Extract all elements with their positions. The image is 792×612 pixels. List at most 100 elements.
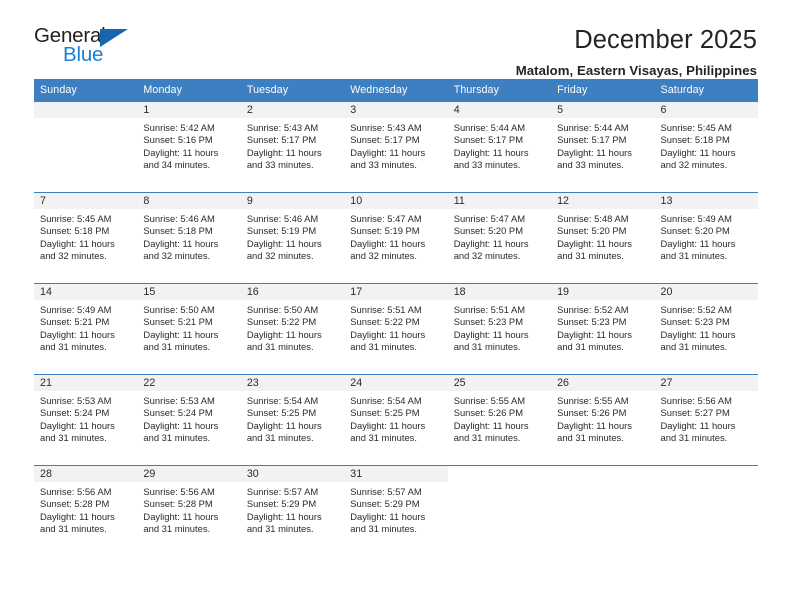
day-number: 4 [447,102,552,118]
day-cell-28[interactable]: 28 Sunrise: 5:56 AM Sunset: 5:28 PM Dayligh… [34,466,138,556]
day-details: Sunrise: 5:47 AM Sunset: 5:20 PM Daylight:… [448,209,551,262]
day-cell-empty [34,102,138,192]
sunset-time: Sunset: 5:28 PM [143,498,213,510]
day-number: 9 [240,193,345,209]
day-cell-5[interactable]: 5 Sunrise: 5:44 AM Sunset: 5:17 PM Daylight… [551,102,655,192]
day-number: 18 [447,284,552,300]
day-cell-7[interactable]: 7 Sunrise: 5:45 AM Sunset: 5:18 PM Daylight… [34,193,138,283]
calendar-week-row: 28 Sunrise: 5:56 AM Sunset: 5:28 PM Dayligh… [34,465,758,556]
day-cell-26[interactable]: 26 Sunrise: 5:55 AM Sunset: 5:26 PM Dayligh… [551,375,655,465]
day-cell-4[interactable]: 4 Sunrise: 5:44 AM Sunset: 5:17 PM Daylight… [447,102,552,192]
day-cell-29[interactable]: 29 Sunrise: 5:56 AM Sunset: 5:28 PM Dayligh… [137,466,241,556]
calendar-cell: 4 Sunrise: 5:44 AM Sunset: 5:17 PM Daylight… [447,102,552,193]
day-cell-12[interactable]: 12 Sunrise: 5:48 AM Sunset: 5:20 PM Dayligh… [551,193,655,283]
daylight-duration-cont: and 34 minutes. [143,158,211,170]
day-cell-19[interactable]: 19 Sunrise: 5:52 AM Sunset: 5:23 PM Dayligh… [551,284,655,374]
day-cell-2[interactable]: 2 Sunrise: 5:43 AM Sunset: 5:17 PM Daylight… [240,102,345,192]
sunrise-time: Sunrise: 5:51 AM [350,304,422,315]
weekday-header-tuesday: Tuesday [240,79,345,102]
sunset-time: Sunset: 5:18 PM [660,134,730,146]
day-cell-1[interactable]: 1 Sunrise: 5:42 AM Sunset: 5:16 PM Daylight… [137,102,241,192]
day-details: Sunrise: 5:51 AM Sunset: 5:23 PM Daylight:… [448,300,551,353]
day-cell-17[interactable]: 17 Sunrise: 5:51 AM Sunset: 5:22 PM Dayligh… [344,284,448,374]
day-details: Sunrise: 5:52 AM Sunset: 5:23 PM Daylight:… [655,300,758,353]
day-cell-14[interactable]: 14 Sunrise: 5:49 AM Sunset: 5:21 PM Dayligh… [34,284,138,374]
day-number: 14 [34,284,138,300]
calendar-cell: 30 Sunrise: 5:57 AM Sunset: 5:29 PM Dayligh… [240,465,345,556]
calendar-cell: 26 Sunrise: 5:55 AM Sunset: 5:26 PM Dayligh… [551,374,655,466]
daylight-duration-cont: and 31 minutes. [143,340,211,352]
day-cell-8[interactable]: 8 Sunrise: 5:46 AM Sunset: 5:18 PM Daylight… [137,193,241,283]
sunrise-time: Sunrise: 5:56 AM [143,486,215,497]
weekday-header-thursday: Thursday [447,79,552,102]
day-cell-23[interactable]: 23 Sunrise: 5:54 AM Sunset: 5:25 PM Dayligh… [240,375,345,465]
logo-text-blue: Blue [63,42,104,66]
sunrise-time: Sunrise: 5:43 AM [350,122,422,133]
calendar-cell [447,465,552,556]
day-cell-11[interactable]: 11 Sunrise: 5:47 AM Sunset: 5:20 PM Dayligh… [447,193,552,283]
daylight-duration-cont: and 33 minutes. [246,158,314,170]
day-number: 10 [344,193,448,209]
day-number: 26 [551,375,655,391]
sunrise-time: Sunrise: 5:48 AM [557,213,629,224]
daylight-duration-cont: and 31 minutes. [453,431,521,443]
day-cell-15[interactable]: 15 Sunrise: 5:50 AM Sunset: 5:21 PM Dayligh… [137,284,241,374]
day-details: Sunrise: 5:57 AM Sunset: 5:29 PM Daylight:… [241,482,344,535]
day-number: 8 [137,193,241,209]
day-details: Sunrise: 5:49 AM Sunset: 5:21 PM Daylight:… [34,300,137,353]
day-cell-13[interactable]: 13 Sunrise: 5:49 AM Sunset: 5:20 PM Dayligh… [654,193,758,283]
generalblue-logo[interactable]: General Blue [34,25,144,72]
day-cell-21[interactable]: 21 Sunrise: 5:53 AM Sunset: 5:24 PM Dayligh… [34,375,138,465]
day-cell-27[interactable]: 27 Sunrise: 5:56 AM Sunset: 5:27 PM Dayligh… [654,375,758,465]
day-details: Sunrise: 5:44 AM Sunset: 5:17 PM Daylight:… [551,118,654,171]
daylight-duration-cont: and 31 minutes. [40,431,107,443]
sunrise-time: Sunrise: 5:57 AM [350,486,422,497]
day-number: 16 [240,284,345,300]
day-details: Sunrise: 5:56 AM Sunset: 5:28 PM Daylight:… [34,482,137,535]
day-number: 30 [240,466,345,482]
day-cell-20[interactable]: 20 Sunrise: 5:52 AM Sunset: 5:23 PM Dayligh… [654,284,758,374]
daylight-duration-cont: and 31 minutes. [350,340,417,352]
day-cell-30[interactable]: 30 Sunrise: 5:57 AM Sunset: 5:29 PM Dayligh… [240,466,345,556]
calendar-cell: 31 Sunrise: 5:57 AM Sunset: 5:29 PM Dayligh… [344,465,448,556]
daylight-duration-cont: and 32 minutes. [453,249,521,261]
sunrise-time: Sunrise: 5:52 AM [557,304,629,315]
day-number: 13 [654,193,758,209]
day-cell-18[interactable]: 18 Sunrise: 5:51 AM Sunset: 5:23 PM Dayligh… [447,284,552,374]
calendar-cell: 12 Sunrise: 5:48 AM Sunset: 5:20 PM Dayligh… [551,192,655,284]
day-cell-22[interactable]: 22 Sunrise: 5:53 AM Sunset: 5:24 PM Dayligh… [137,375,241,465]
sunset-time: Sunset: 5:18 PM [40,225,110,237]
day-details: Sunrise: 5:50 AM Sunset: 5:21 PM Daylight:… [137,300,240,353]
daylight-duration: Daylight: 11 hours [557,146,632,158]
day-cell-3[interactable]: 3 Sunrise: 5:43 AM Sunset: 5:17 PM Daylight… [344,102,448,192]
day-cell-31[interactable]: 31 Sunrise: 5:57 AM Sunset: 5:29 PM Dayligh… [344,466,448,556]
calendar-cell: 2 Sunrise: 5:43 AM Sunset: 5:17 PM Daylight… [240,102,345,193]
daylight-duration-cont: and 31 minutes. [40,522,107,534]
day-details: Sunrise: 5:44 AM Sunset: 5:17 PM Daylight:… [448,118,551,171]
title-block: December 2025 Matalom, Eastern Visayas, … [516,26,758,78]
daylight-duration-cont: and 31 minutes. [350,431,417,443]
day-cell-6[interactable]: 6 Sunrise: 5:45 AM Sunset: 5:18 PM Daylight… [654,102,758,192]
sunset-time: Sunset: 5:24 PM [143,407,213,419]
calendar-cell: 17 Sunrise: 5:51 AM Sunset: 5:22 PM Dayligh… [344,283,448,375]
day-number: 15 [137,284,241,300]
sunset-time: Sunset: 5:16 PM [143,134,213,146]
daylight-duration: Daylight: 11 hours [350,328,426,340]
day-cell-24[interactable]: 24 Sunrise: 5:54 AM Sunset: 5:25 PM Dayligh… [344,375,448,465]
day-number: 19 [551,284,655,300]
day-details: Sunrise: 5:54 AM Sunset: 5:25 PM Daylight:… [344,391,447,444]
day-details: Sunrise: 5:51 AM Sunset: 5:22 PM Daylight:… [344,300,447,353]
calendar-cell: 28 Sunrise: 5:56 AM Sunset: 5:28 PM Dayligh… [34,465,138,556]
daylight-duration-cont: and 33 minutes. [350,158,417,170]
day-number: 5 [551,102,655,118]
day-cell-16[interactable]: 16 Sunrise: 5:50 AM Sunset: 5:22 PM Dayligh… [240,284,345,374]
day-cell-10[interactable]: 10 Sunrise: 5:47 AM Sunset: 5:19 PM Dayligh… [344,193,448,283]
sunset-time: Sunset: 5:23 PM [557,316,627,328]
day-cell-25[interactable]: 25 Sunrise: 5:55 AM Sunset: 5:26 PM Dayligh… [447,375,552,465]
day-cell-9[interactable]: 9 Sunrise: 5:46 AM Sunset: 5:19 PM Daylight… [240,193,345,283]
calendar-cell [551,465,655,556]
sunset-time: Sunset: 5:19 PM [246,225,317,237]
sunrise-time: Sunrise: 5:45 AM [40,213,112,224]
sunset-time: Sunset: 5:17 PM [246,134,317,146]
day-details: Sunrise: 5:43 AM Sunset: 5:17 PM Daylight:… [241,118,344,171]
